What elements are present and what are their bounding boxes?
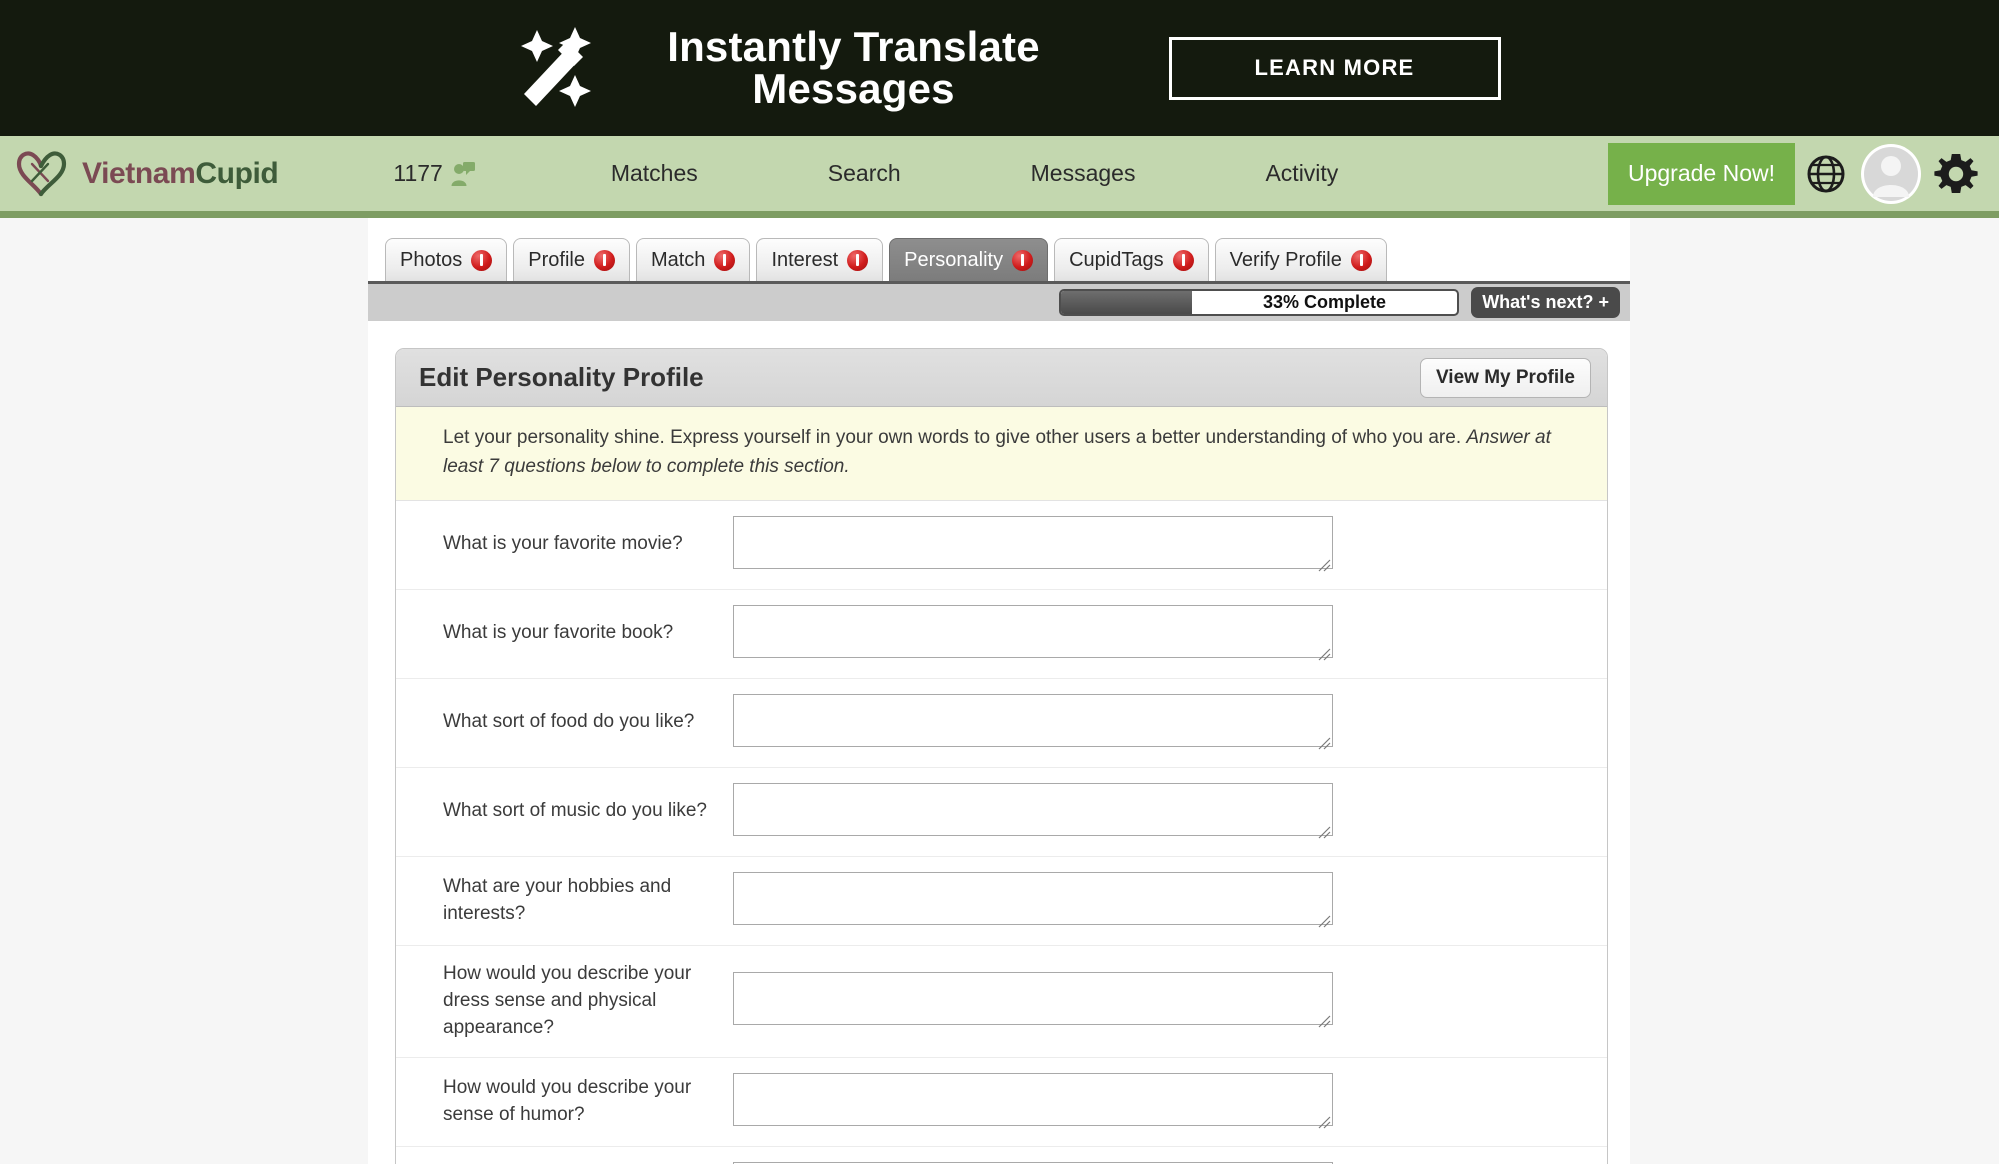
alert-badge-icon: [1012, 249, 1034, 271]
brand-name: VietnamCupid: [82, 156, 279, 191]
question-row: What is your favorite book?: [396, 590, 1607, 679]
alert-badge-icon: [847, 249, 869, 271]
magic-wand-icon: [499, 13, 619, 123]
tab-cupidtags-label: CupidTags: [1069, 248, 1164, 271]
main-navbar: VietnamCupid 1177 Matches Search Message…: [0, 136, 1999, 218]
banner-headline: Instantly Translate Messages: [619, 26, 1089, 110]
progress-label: 33% Complete: [1263, 292, 1387, 312]
progress-fill: [1061, 291, 1192, 314]
question-row: How would you describe your sense of hum…: [396, 1058, 1607, 1147]
banner-headline-line2: Messages: [752, 65, 955, 112]
question-label: What are your hobbies and interests?: [443, 875, 672, 924]
profile-section-tabs: Photos Profile Match Interest Personalit…: [368, 218, 1630, 281]
heart-logo-icon: [14, 148, 70, 200]
answer-music-preference[interactable]: [733, 782, 1333, 836]
question-label: What sort of music do you like?: [443, 800, 707, 822]
answer-dress-sense[interactable]: [733, 972, 1333, 1026]
tab-cupidtags[interactable]: CupidTags: [1054, 238, 1209, 281]
promo-banner: Instantly Translate Messages LEARN MORE: [0, 0, 1999, 136]
tab-photos[interactable]: Photos: [385, 238, 508, 281]
question-label: What is your favorite movie?: [443, 533, 683, 555]
alert-badge-icon: [714, 249, 736, 271]
tab-interest-label: Interest: [771, 248, 839, 271]
question-row: How would you describe your dress sense …: [396, 946, 1607, 1058]
gear-icon[interactable]: [1925, 143, 1987, 205]
tab-personality-label: Personality: [904, 248, 1004, 271]
tab-interest[interactable]: Interest: [756, 238, 884, 281]
answer-field-wrapper: [733, 1072, 1333, 1131]
page-body: Photos Profile Match Interest Personalit…: [0, 218, 1999, 1164]
answer-sense-of-humor[interactable]: [733, 1072, 1333, 1126]
people-chat-icon: [450, 161, 476, 187]
user-avatar-icon[interactable]: [1857, 140, 1925, 208]
tab-match[interactable]: Match: [635, 238, 751, 281]
content-column: Photos Profile Match Interest Personalit…: [368, 218, 1630, 1164]
nav-item-search[interactable]: Search: [828, 160, 901, 187]
question-label: What is your favorite book?: [443, 622, 674, 644]
answer-favorite-movie[interactable]: [733, 515, 1333, 569]
nav-item-member-count[interactable]: 1177: [393, 160, 475, 187]
profile-completion-strip: 33% Complete What's next? +: [368, 281, 1630, 321]
navbar-actions: Upgrade Now!: [1607, 140, 1999, 208]
tab-profile-label: Profile: [528, 248, 585, 271]
panel-instructions: Let your personality shine. Express your…: [396, 407, 1607, 501]
member-count-value: 1177: [393, 160, 443, 186]
globe-icon[interactable]: [1795, 143, 1857, 205]
question-row: What sort of food do you like?: [396, 679, 1607, 768]
alert-badge-icon: [1172, 249, 1194, 271]
banner-headline-line1: Instantly Translate: [667, 23, 1040, 70]
completion-progress-bar[interactable]: 33% Complete: [1059, 289, 1460, 316]
learn-more-button[interactable]: LEARN MORE: [1168, 36, 1501, 100]
edit-personality-panel: Edit Personality Profile View My Profile…: [395, 348, 1608, 1164]
alert-badge-icon: [1350, 249, 1372, 271]
question-row: What is your favorite movie?: [396, 501, 1607, 590]
alert-badge-icon: [593, 249, 615, 271]
tab-match-label: Match: [650, 248, 706, 271]
instructions-plain: Let your personality shine. Express your…: [443, 427, 1467, 448]
view-my-profile-button[interactable]: View My Profile: [1419, 357, 1591, 398]
tab-verify-profile[interactable]: Verify Profile: [1214, 238, 1387, 281]
answer-field-wrapper: [733, 604, 1333, 663]
question-label: How would you describe your dress sense …: [443, 962, 692, 1038]
whats-next-button[interactable]: What's next? +: [1471, 287, 1620, 318]
answer-field-wrapper: [733, 972, 1333, 1030]
question-row: What sort of music do you like?: [396, 768, 1607, 857]
page-title: Edit Personality Profile: [419, 362, 704, 392]
brand-name-second: Cupid: [195, 156, 279, 190]
answer-field-wrapper: [733, 515, 1333, 574]
question-label: What sort of food do you like?: [443, 711, 695, 733]
tab-photos-label: Photos: [400, 248, 463, 271]
brand-home-link[interactable]: VietnamCupid: [0, 148, 279, 200]
question-row: What are your hobbies and interests?: [396, 857, 1607, 946]
nav-item-messages[interactable]: Messages: [1031, 160, 1136, 187]
answer-field-wrapper: [733, 871, 1333, 930]
alert-badge-icon: [471, 249, 493, 271]
answer-field-wrapper: [733, 782, 1333, 841]
answer-field-wrapper: [733, 693, 1333, 752]
question-row: How would you describe your personality?: [396, 1147, 1607, 1164]
tab-personality[interactable]: Personality: [889, 238, 1049, 281]
brand-name-first: Vietnam: [82, 156, 196, 190]
panel-header: Edit Personality Profile View My Profile: [396, 349, 1607, 407]
nav-item-activity[interactable]: Activity: [1265, 160, 1338, 187]
answer-hobbies-interests[interactable]: [733, 871, 1333, 925]
question-label: How would you describe your sense of hum…: [443, 1076, 692, 1125]
nav-item-matches[interactable]: Matches: [611, 160, 698, 187]
tab-verify-profile-label: Verify Profile: [1229, 248, 1342, 271]
upgrade-now-button[interactable]: Upgrade Now!: [1607, 142, 1795, 205]
answer-favorite-book[interactable]: [733, 604, 1333, 658]
tab-profile[interactable]: Profile: [513, 238, 630, 281]
navbar-links: 1177 Matches Search Messages Activity: [278, 160, 1608, 187]
answer-food-preference[interactable]: [733, 693, 1333, 747]
